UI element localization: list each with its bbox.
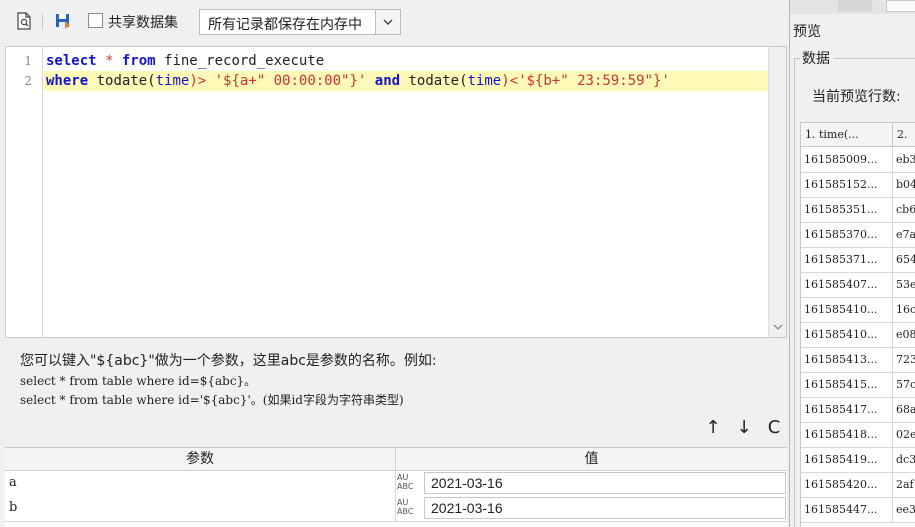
parameter-table: 参数 值 a AU ABC 2021-03-16 b AU ABC 2021-03-… xyxy=(5,447,787,527)
chevron-down-icon[interactable] xyxy=(375,10,400,34)
parameter-hint-example-1: select * from table where id=${abc}。 xyxy=(20,374,257,388)
param-value-input[interactable]: 2021-03-16 xyxy=(424,497,786,519)
grid-cell[interactable]: dc3 xyxy=(893,448,915,473)
grid-cell[interactable]: 161585009... xyxy=(801,148,893,173)
grid-cell[interactable]: ee3 xyxy=(893,498,915,523)
preview-doc-icon[interactable] xyxy=(14,11,34,31)
grid-cell[interactable]: 161585410... xyxy=(801,298,893,323)
param-value-input[interactable]: 2021-03-16 xyxy=(424,472,786,494)
toolbar: 共享数据集 所有记录都保存在内存中 xyxy=(0,0,789,44)
preview-title: 预览 xyxy=(793,24,821,40)
grid-cell[interactable]: 161585419... xyxy=(801,448,893,473)
line-number: 1 xyxy=(24,54,32,68)
grid-cell[interactable]: 53e xyxy=(893,273,915,298)
grid-cell[interactable]: e08 xyxy=(893,323,915,348)
refresh-icon[interactable]: C xyxy=(764,416,784,438)
preview-row-count-label: 当前预览行数: xyxy=(812,89,901,105)
move-down-icon[interactable]: ↓ xyxy=(734,416,754,438)
line-number: 2 xyxy=(24,74,32,88)
storage-mode-value: 所有记录都保存在内存中 xyxy=(208,17,362,33)
share-dataset-label: 共享数据集 xyxy=(108,15,178,31)
scroll-down-icon[interactable] xyxy=(769,319,786,335)
grid-cell[interactable]: 161585152... xyxy=(801,173,893,198)
sql-editor[interactable]: 1 2 select * from fine_record_execute wh… xyxy=(5,46,787,338)
grid-cell[interactable]: 654 xyxy=(893,248,915,273)
string-type-icon[interactable]: AU ABC xyxy=(397,473,421,493)
line-number-gutter: 1 2 xyxy=(6,47,43,337)
grid-cell[interactable]: 161585418... xyxy=(801,423,893,448)
param-name-header: 参数 xyxy=(5,448,396,471)
storage-mode-select[interactable]: 所有记录都保存在内存中 xyxy=(199,9,401,35)
grid-cell[interactable]: 16c xyxy=(893,298,915,323)
share-dataset-checkbox[interactable] xyxy=(88,13,103,28)
grid-cell[interactable]: eb3 xyxy=(893,148,915,173)
grid-cell[interactable]: 68a xyxy=(893,398,915,423)
grid-cell[interactable]: 2af xyxy=(893,473,915,498)
parameter-hint-text: 您可以键入"${abc}"做为一个参数，这里abc是参数的名称。例如: xyxy=(20,353,437,369)
preview-data-grid[interactable]: 1. time(... 2. 161585009... eb3 161585152.… xyxy=(800,122,915,527)
column-header[interactable]: 2. xyxy=(893,123,915,147)
table-row[interactable]: b AU ABC 2021-03-16 xyxy=(5,496,787,522)
param-name: b xyxy=(9,500,18,515)
grid-cell[interactable]: 161585447... xyxy=(801,498,893,523)
preview-tab[interactable] xyxy=(886,0,915,12)
grid-cell[interactable]: e7a xyxy=(893,223,915,248)
editor-scrollbar[interactable] xyxy=(768,47,786,337)
string-type-icon[interactable]: AU ABC xyxy=(397,498,421,518)
grid-cell[interactable]: 161585371... xyxy=(801,248,893,273)
grid-cell[interactable]: 02e xyxy=(893,423,915,448)
grid-cell[interactable]: 57c xyxy=(893,373,915,398)
parameter-hint-example-2: select * from table where id='${abc}'。(如… xyxy=(20,393,404,407)
table-row[interactable]: a AU ABC 2021-03-16 xyxy=(5,471,787,497)
save-parameters-icon[interactable] xyxy=(53,11,73,31)
grid-cell[interactable]: b04 xyxy=(893,173,915,198)
param-value-header: 值 xyxy=(396,448,787,471)
data-group-label: 数据 xyxy=(802,51,830,67)
query-editor-panel: 共享数据集 所有记录都保存在内存中 1 2 select * from fine… xyxy=(0,0,789,527)
param-name: a xyxy=(9,475,17,490)
grid-cell[interactable]: 161585417... xyxy=(801,398,893,423)
grid-cell[interactable]: 161585351... xyxy=(801,198,893,223)
grid-cell[interactable]: 161585407... xyxy=(801,273,893,298)
preview-panel: 预览 数据 当前预览行数: 1. time(... 2. 161585009..… xyxy=(789,0,915,527)
grid-cell[interactable]: 161585370... xyxy=(801,223,893,248)
grid-cell[interactable]: cb6 xyxy=(893,198,915,223)
toolbar-separator xyxy=(42,14,43,30)
grid-cell[interactable]: 161585410... xyxy=(801,323,893,348)
grid-cell[interactable]: 723 xyxy=(893,348,915,373)
code-line-2[interactable]: where todate(time)> '${a+" 00:00:00"}' a… xyxy=(44,71,670,91)
grid-cell[interactable]: 161585413... xyxy=(801,348,893,373)
column-header[interactable]: 1. time(... xyxy=(801,123,893,147)
move-up-icon[interactable]: ↑ xyxy=(703,416,723,438)
grid-cell[interactable]: 161585415... xyxy=(801,373,893,398)
code-line-1[interactable]: select * from fine_record_execute xyxy=(44,51,324,71)
preview-tab[interactable] xyxy=(838,0,872,12)
grid-cell[interactable]: 161585420... xyxy=(801,473,893,498)
